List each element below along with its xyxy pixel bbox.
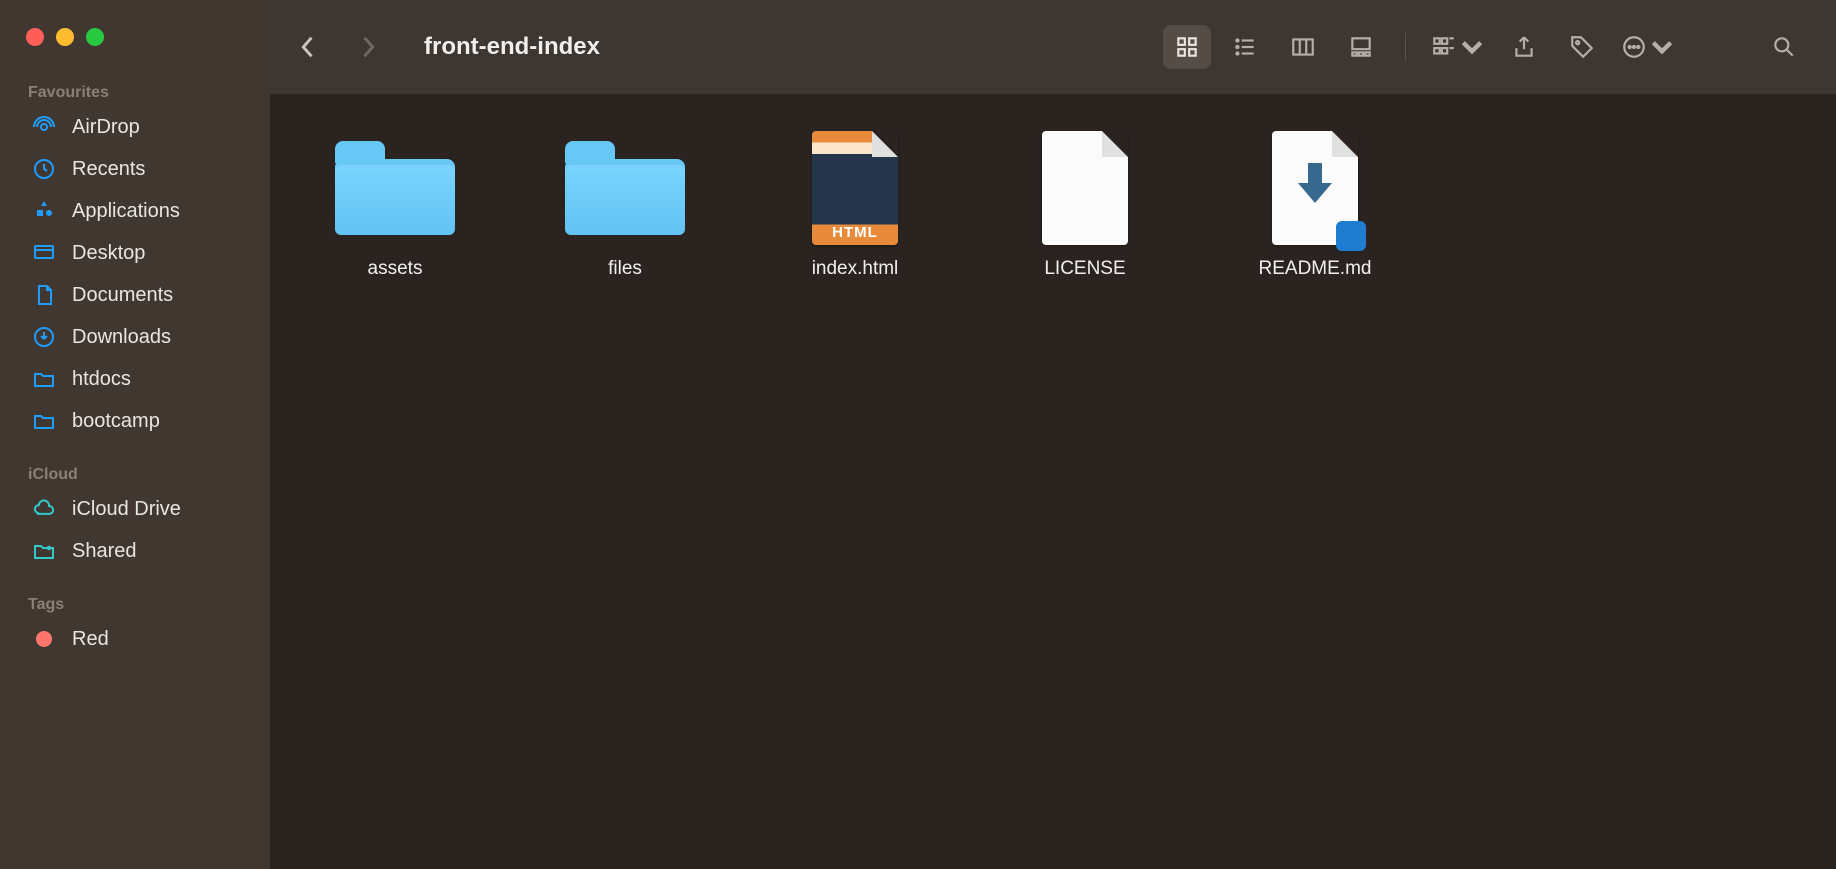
sidebar-item-htdocs[interactable]: htdocs (0, 358, 270, 400)
markdown-file-icon (1250, 128, 1380, 248)
list-view-button[interactable] (1221, 25, 1269, 69)
section-tags: Tags (0, 572, 270, 618)
file-label: LICENSE (1044, 258, 1125, 280)
folder-icon (32, 367, 56, 391)
folder-icon (330, 128, 460, 248)
sidebar-item-label: Desktop (72, 242, 145, 265)
sidebar-item-bootcamp[interactable]: bootcamp (0, 400, 270, 442)
window-controls (0, 18, 270, 74)
file-item-generic[interactable]: LICENSE (990, 120, 1180, 280)
sidebar-item-label: Shared (72, 540, 137, 563)
share-button[interactable] (1500, 25, 1548, 69)
section-favourites: Favourites (0, 74, 270, 106)
desktop-icon (32, 241, 56, 265)
sidebar-item-label: AirDrop (72, 116, 140, 139)
toolbar: front-end-index (270, 0, 1836, 94)
icon-view-button[interactable] (1163, 25, 1211, 69)
chevron-down-icon (1457, 34, 1485, 60)
sidebar-item-airdrop[interactable]: AirDrop (0, 106, 270, 148)
airdrop-icon (32, 115, 56, 139)
applications-icon (32, 199, 56, 223)
sidebar: Favourites AirDrop Recents Applications … (0, 0, 270, 869)
document-icon (32, 283, 56, 307)
folder-icon (560, 128, 690, 248)
sidebar-item-label: Red (72, 628, 109, 651)
tag-dot-icon (32, 627, 56, 651)
gallery-view-button[interactable] (1337, 25, 1385, 69)
sidebar-item-tag-red[interactable]: Red (0, 618, 270, 660)
window-title: front-end-index (414, 33, 600, 61)
sidebar-item-documents[interactable]: Documents (0, 274, 270, 316)
folder-icon (32, 409, 56, 433)
action-menu-button[interactable] (1616, 25, 1680, 69)
sidebar-item-icloud-drive[interactable]: iCloud Drive (0, 488, 270, 530)
downloads-icon (32, 325, 56, 349)
sidebar-item-label: bootcamp (72, 410, 160, 433)
sidebar-item-desktop[interactable]: Desktop (0, 232, 270, 274)
file-item-html[interactable]: HTML index.html (760, 120, 950, 280)
forward-button[interactable] (350, 29, 386, 65)
column-view-button[interactable] (1279, 25, 1327, 69)
search-button[interactable] (1760, 25, 1808, 69)
generic-file-icon (1020, 128, 1150, 248)
group-by-button[interactable] (1426, 25, 1490, 69)
tag-button[interactable] (1558, 25, 1606, 69)
file-label: index.html (812, 258, 899, 280)
main-area: front-end-index (270, 0, 1836, 869)
sidebar-item-downloads[interactable]: Downloads (0, 316, 270, 358)
chevron-down-icon (1647, 34, 1675, 60)
view-mode-group (1163, 25, 1385, 69)
sidebar-item-label: Downloads (72, 326, 171, 349)
sidebar-item-label: Recents (72, 158, 145, 181)
separator (1405, 33, 1406, 61)
sidebar-item-label: iCloud Drive (72, 498, 181, 521)
file-grid: assets files HTML index.html LICENSE (270, 94, 1836, 869)
file-item-folder[interactable]: files (530, 120, 720, 280)
html-file-icon: HTML (790, 128, 920, 248)
nav-arrows (290, 29, 404, 65)
file-label: assets (368, 258, 423, 280)
zoom-button[interactable] (86, 28, 104, 46)
sidebar-item-label: Documents (72, 284, 173, 307)
file-item-folder[interactable]: assets (300, 120, 490, 280)
sidebar-item-recents[interactable]: Recents (0, 148, 270, 190)
file-label: README.md (1259, 258, 1372, 280)
sidebar-item-label: Applications (72, 200, 180, 223)
file-label: files (608, 258, 642, 280)
clock-icon (32, 157, 56, 181)
file-item-markdown[interactable]: README.md (1220, 120, 1410, 280)
close-button[interactable] (26, 28, 44, 46)
section-icloud: iCloud (0, 442, 270, 488)
minimize-button[interactable] (56, 28, 74, 46)
sidebar-item-label: htdocs (72, 368, 131, 391)
cloud-icon (32, 497, 56, 521)
sidebar-item-applications[interactable]: Applications (0, 190, 270, 232)
shared-folder-icon (32, 539, 56, 563)
sidebar-item-shared[interactable]: Shared (0, 530, 270, 572)
back-button[interactable] (290, 29, 326, 65)
